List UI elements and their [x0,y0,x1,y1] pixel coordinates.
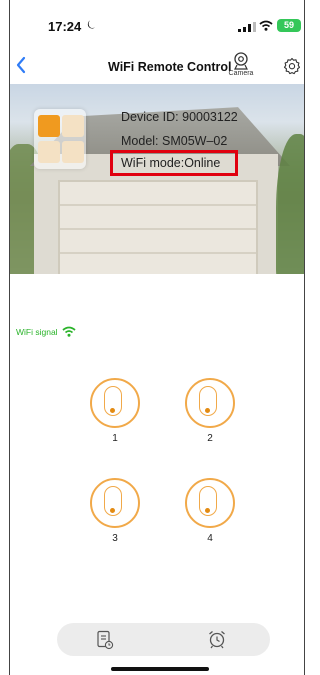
remote-button-3[interactable]: 3 [90,478,140,544]
remote-button-label: 2 [207,433,213,444]
log-icon[interactable] [96,630,114,650]
status-time: 17:24 [48,19,82,34]
home-indicator [111,667,209,671]
remote-button-label: 3 [112,533,118,544]
wifi-mode-status: WiFi mode:Online [110,150,238,176]
remote-button-2[interactable]: 2 [185,378,235,444]
logo-square [38,115,60,137]
frame-right-edge [304,0,305,675]
nav-bar: WiFi Remote Control Camera [10,52,304,84]
battery-indicator: 59 [277,19,301,32]
camera-icon [234,52,248,70]
wifi-status-icon [259,20,273,31]
logo-square [62,141,84,163]
garage-door-image [58,180,258,274]
cellular-signal-icon [238,22,256,32]
camera-button[interactable]: Camera [222,52,260,82]
device-id-text: Device ID: 90003122 [121,110,238,124]
app-logo [34,109,86,169]
camera-label: Camera [228,70,254,77]
remote-button-label: 4 [207,533,213,544]
remote-button-label: 1 [112,433,118,444]
page-title: WiFi Remote Control [108,60,232,74]
dnd-icon: ⏾ [87,19,96,31]
wifi-icon [61,326,76,337]
remote-key-dot [110,508,115,513]
logo-square [38,141,60,163]
bottom-toolbar [57,623,270,656]
remote-key-dot [205,508,210,513]
device-hero-image: Device ID: 90003122 Model: SM05W–02 WiFi… [10,84,304,274]
chevron-left-icon[interactable] [14,55,28,75]
gear-icon[interactable] [283,57,301,75]
status-bar: 17:24 ⏾ 59 [10,0,304,40]
remote-button-1[interactable]: 1 [90,378,140,444]
device-model-text: Model: SM05W–02 [121,134,228,148]
logo-square [62,115,84,137]
alarm-clock-icon[interactable] [207,629,227,649]
wifi-signal-label: WiFi signal [16,326,58,337]
remote-key-dot [110,408,115,413]
remote-button-4[interactable]: 4 [185,478,235,544]
remote-key-dot [205,408,210,413]
wifi-signal-indicator: WiFi signal [16,326,76,337]
